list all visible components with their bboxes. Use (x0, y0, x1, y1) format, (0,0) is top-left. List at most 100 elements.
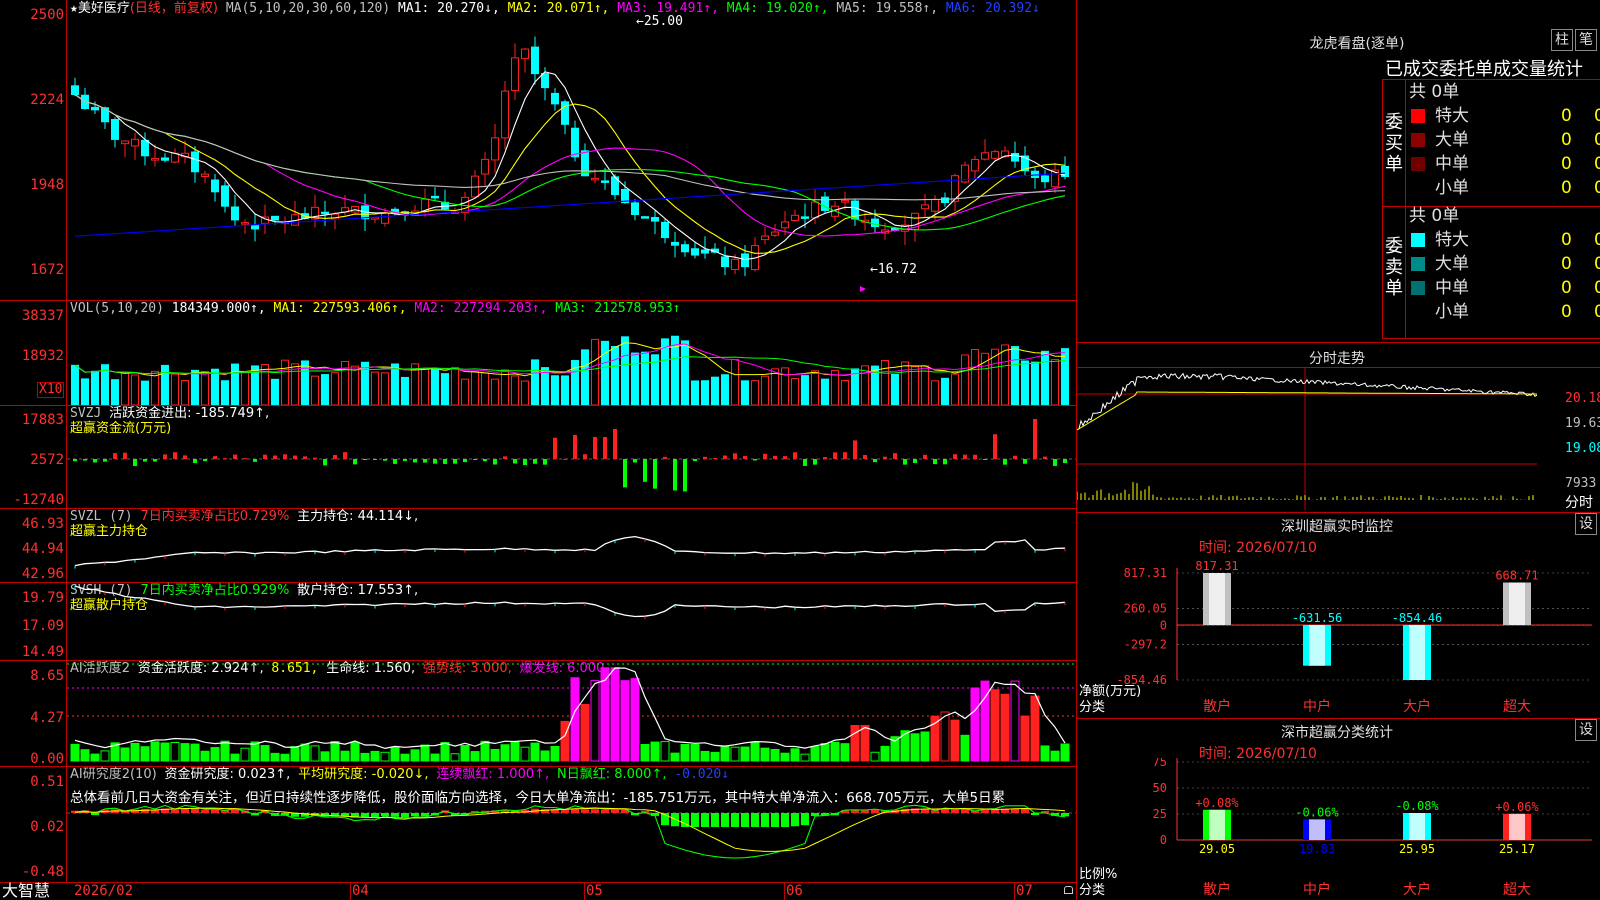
vol-title-line: VOL(5,10,20) 184349.000↑, MA1: 227593.40… (70, 301, 681, 317)
flow-bar (793, 452, 797, 459)
vol-unit-badge[interactable]: X10 (37, 382, 65, 398)
flow-bar (473, 459, 477, 460)
activity-bar (970, 687, 980, 762)
bar-group (1503, 813, 1531, 840)
activity-bar (530, 742, 540, 762)
volume-bar (511, 375, 519, 405)
research-bar (191, 808, 199, 813)
activity-bar (200, 750, 210, 762)
flow-bar (873, 459, 877, 463)
ma1-value: MA1: 20.270↓, (398, 1, 500, 16)
volume-bar (211, 368, 219, 405)
bar-value-label: +0.06% (1495, 800, 1539, 814)
volume-bar (691, 380, 699, 405)
lhb-sell-row: 中单00% (1409, 276, 1600, 300)
research-bar (771, 813, 779, 827)
candle-body (981, 152, 989, 160)
candle-body (221, 185, 229, 207)
flow-bar (543, 459, 547, 465)
flow-bar (393, 459, 397, 464)
lhb-sell-total: 共 0单 (1409, 206, 1460, 226)
app-brand[interactable]: 大智慧 (2, 882, 50, 900)
intraday-chart[interactable] (1077, 368, 1537, 510)
volume-bar (271, 378, 279, 405)
bar-value-label: -0.08% (1395, 799, 1439, 813)
lhb-bar-button[interactable]: 柱 (1551, 29, 1573, 51)
candle-body (211, 179, 219, 193)
bar-value-label: -854.46 (1392, 611, 1443, 625)
bar-value-label: -631.56 (1292, 611, 1343, 625)
activity-bar (430, 753, 440, 762)
lhb-tick-button[interactable]: 笔 (1575, 29, 1597, 51)
candle-body (1041, 175, 1049, 183)
flow-bar (143, 459, 147, 462)
activity-bar (280, 753, 290, 762)
volume-chart[interactable] (67, 318, 1076, 405)
activity-bar (1010, 680, 1020, 762)
research-bar (951, 809, 959, 813)
research-bar (1061, 813, 1069, 817)
volume-bar (891, 374, 899, 405)
bar-group (1503, 582, 1531, 625)
activity-chart[interactable] (67, 661, 1076, 766)
left-chart-area[interactable]: ★美好医疗(日线，前复权) MA(5,10,20,30,60,120) MA1:… (0, 0, 1077, 900)
flow-bar (253, 459, 257, 462)
flow-bar (703, 456, 707, 459)
ma5-value: MA5: 19.558↑, (836, 1, 939, 16)
period-mode[interactable]: (日线，前复权) (130, 1, 218, 16)
favorite-star-icon[interactable]: ★ (70, 1, 78, 16)
research-bar (761, 813, 769, 827)
activity-bar (720, 746, 730, 762)
lhb-buy-side-label: 委买单 (1385, 112, 1403, 175)
volume-bar (1021, 360, 1029, 405)
activity-bar (100, 750, 110, 762)
flow-bar (1053, 459, 1057, 466)
volume-bar (1031, 361, 1039, 405)
research-bar (611, 809, 619, 813)
activity-bar (820, 742, 830, 762)
volume-bar (931, 380, 939, 405)
flow-bar (503, 456, 507, 459)
candle-body (681, 244, 689, 253)
candle-body (481, 158, 489, 175)
research-bar (181, 808, 189, 813)
activity-bar (810, 746, 820, 762)
main-holding-line[interactable] (67, 509, 1076, 582)
activity-bar (1040, 745, 1050, 762)
flow-bar (193, 459, 197, 464)
volume-bar (771, 368, 779, 405)
category-settings-button[interactable]: 设 (1575, 719, 1597, 741)
monitor-settings-button[interactable]: 设 (1575, 513, 1597, 535)
intraday-tag[interactable]: 分时 (1565, 492, 1593, 512)
bar-value-label: 668.71 (1495, 569, 1538, 583)
flow-bar (413, 459, 417, 463)
activity-bar (250, 741, 260, 762)
activity-bar (420, 744, 430, 762)
bar-highlight (1509, 813, 1525, 840)
volume-bar (1001, 344, 1009, 405)
intraday-title: 分时走势 (1309, 351, 1365, 367)
vol-title[interactable]: VOL(5,10,20) (70, 301, 164, 316)
activity-bar (1000, 693, 1010, 762)
retail-holding-line[interactable] (67, 583, 1076, 660)
y-tick-label: 260.05 (1124, 602, 1167, 616)
vol-value: 184349.000↑, (171, 301, 266, 316)
activity-bar (850, 724, 860, 762)
stock-name[interactable]: 美好医疗 (78, 1, 130, 16)
candle-body (651, 217, 659, 222)
flow-bar (163, 454, 167, 459)
fund-flow-chart[interactable] (67, 406, 1076, 508)
activity-bar (680, 743, 690, 762)
flow-bar (973, 454, 977, 459)
category-label: 散户 (1203, 881, 1231, 898)
research-chart[interactable] (67, 767, 1076, 882)
net-amount-bar-chart[interactable]: 817.31 260.05 0 -297.2 -854.46 817.31 散户 -631.5… (1077, 555, 1600, 715)
candlestick-chart[interactable] (67, 18, 1076, 300)
candle-body (811, 201, 819, 219)
ratio-bar-chart[interactable]: 75 50 25 0 +0.08% 29.05 散户 -0.06% 19.83 中户 -0.08% 2… (1077, 758, 1600, 900)
candle-body (571, 127, 579, 158)
flow-bar (323, 459, 327, 466)
activity-bar (340, 750, 350, 762)
category-stats-title: 深市超赢分类统计 (1281, 725, 1393, 741)
lock-icon[interactable] (1064, 886, 1073, 894)
